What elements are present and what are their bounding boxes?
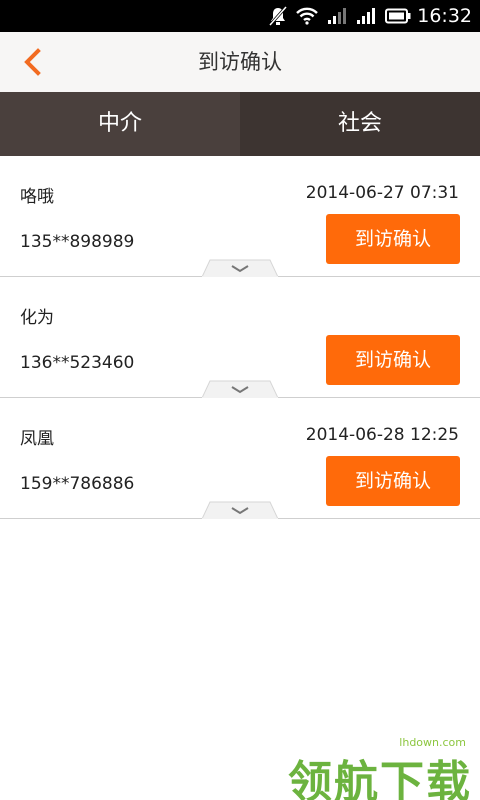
wifi-icon	[296, 7, 319, 25]
expand-toggle[interactable]	[202, 501, 278, 519]
visit-date: 2014-06-28 12:25	[305, 425, 459, 445]
visit-list: 咯哦 2014-06-27 07:31 135**898989 到访确认 化为 …	[0, 156, 480, 519]
customer-name: 化为	[20, 308, 54, 328]
signal-icon-1	[328, 8, 347, 24]
chevron-down-icon	[202, 380, 278, 398]
status-bar: 16:32	[0, 0, 480, 32]
tab-bar: 中介 社会	[0, 92, 480, 156]
tab-agency[interactable]: 中介	[0, 92, 240, 156]
customer-phone: 159**786886	[20, 474, 135, 494]
watermark-logo: lhdown.com 领航下载	[282, 736, 472, 800]
watermark-text: 领航下载	[288, 757, 472, 800]
expand-toggle[interactable]	[202, 380, 278, 398]
expand-toggle[interactable]	[202, 259, 278, 277]
confirm-visit-button[interactable]: 到访确认	[326, 456, 460, 506]
signal-icon-2	[357, 8, 376, 24]
chevron-down-icon	[202, 501, 278, 519]
customer-phone: 135**898989	[20, 232, 135, 252]
back-button[interactable]	[10, 40, 54, 84]
title-bar: 到访确认	[0, 32, 480, 92]
confirm-visit-button[interactable]: 到访确认	[326, 335, 460, 385]
confirm-visit-button[interactable]: 到访确认	[326, 214, 460, 264]
list-item: 凤凰 2014-06-28 12:25 159**786886 到访确认	[0, 398, 480, 519]
visit-date: 2014-06-27 07:31	[305, 183, 459, 203]
customer-phone: 136**523460	[20, 353, 135, 373]
status-time: 16:32	[417, 5, 472, 27]
notification-muted-icon	[269, 6, 288, 26]
status-icons: 16:32	[260, 0, 472, 32]
tab-social[interactable]: 社会	[240, 92, 480, 156]
list-item: 化为 136**523460 到访确认	[0, 277, 480, 398]
chevron-left-icon	[24, 48, 41, 76]
customer-name: 凤凰	[20, 429, 54, 449]
chevron-down-icon	[202, 259, 278, 277]
page-title: 到访确认	[198, 50, 282, 74]
battery-icon	[385, 8, 411, 24]
customer-name: 咯哦	[20, 187, 54, 207]
list-item: 咯哦 2014-06-27 07:31 135**898989 到访确认	[0, 156, 480, 277]
